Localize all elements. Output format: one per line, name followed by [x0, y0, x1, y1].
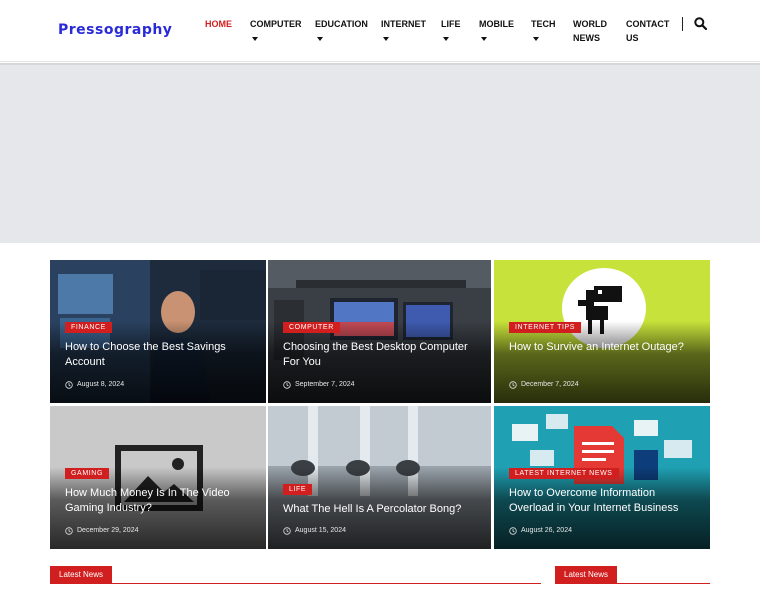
category-badge[interactable]: Life [283, 484, 313, 495]
post-date: August 15, 2024 [283, 526, 346, 535]
nav-label: COMPUTER [250, 19, 302, 29]
clock-icon [65, 526, 73, 535]
post-title[interactable]: How to Choose the Best Savings Account [65, 340, 255, 370]
nav-divider [682, 17, 683, 31]
nav-label: WORLD NEWS [573, 19, 607, 43]
chevron-down-icon [533, 37, 539, 41]
category-badge[interactable]: Finance [65, 322, 112, 333]
latest-news-sidebar-header: Latest News [555, 566, 710, 584]
post-title[interactable]: How Much Money Is In The Video Gaming In… [65, 486, 255, 516]
chevron-down-icon [481, 37, 487, 41]
post-title[interactable]: Choosing the Best Desktop Computer For Y… [283, 340, 473, 370]
post-date-text: December 7, 2024 [521, 381, 579, 388]
post-date-text: August 8, 2024 [77, 381, 125, 388]
chevron-down-icon [252, 37, 258, 41]
nav-education[interactable]: EDUCATION [315, 17, 368, 41]
nav-internet[interactable]: INTERNET [381, 17, 426, 41]
post-card[interactable]: Life What The Hell Is A Percolator Bong?… [268, 406, 491, 549]
nav-label: EDUCATION [315, 19, 368, 29]
nav-label: LIFE [441, 19, 461, 29]
category-badge[interactable]: Gaming [65, 468, 109, 479]
post-card[interactable]: Finance How to Choose the Best Savings A… [50, 260, 266, 403]
post-date-text: September 7, 2024 [295, 381, 355, 388]
nav-label: CONTACT US [626, 19, 670, 43]
chevron-down-icon [383, 37, 389, 41]
chevron-down-icon [317, 37, 323, 41]
post-card[interactable]: Computer Choosing the Best Desktop Compu… [268, 260, 491, 403]
nav-label: HOME [205, 19, 232, 29]
section-title: Latest News [50, 566, 113, 584]
nav-contact-us[interactable]: CONTACT US [626, 17, 670, 45]
clock-icon [283, 380, 291, 389]
category-badge[interactable]: Latest Internet News [509, 468, 619, 479]
post-date: August 26, 2024 [509, 526, 572, 535]
clock-icon [283, 526, 291, 535]
category-badge[interactable]: Internet Tips [509, 322, 582, 333]
post-card[interactable]: Internet Tips How to Survive an Internet… [494, 260, 710, 403]
site-header: Pressography HOME COMPUTER EDUCATION INT… [0, 0, 760, 62]
post-date-text: August 15, 2024 [295, 527, 346, 534]
post-date-text: August 26, 2024 [521, 527, 572, 534]
nav-computer[interactable]: COMPUTER [250, 17, 302, 41]
post-date-text: December 29, 2024 [77, 527, 139, 534]
clock-icon [509, 380, 517, 389]
post-title[interactable]: How to Overcome Information Overload in … [509, 486, 699, 516]
post-date: September 7, 2024 [283, 380, 355, 389]
nav-tech[interactable]: TECH [531, 17, 556, 41]
nav-world-news[interactable]: WORLD NEWS [573, 17, 611, 45]
site-logo[interactable]: Pressography [58, 22, 172, 38]
nav-label: MOBILE [479, 19, 514, 29]
nav-mobile[interactable]: MOBILE [479, 17, 514, 41]
post-title[interactable]: How to Survive an Internet Outage? [509, 340, 699, 355]
nav-home[interactable]: HOME [205, 17, 232, 31]
clock-icon [65, 380, 73, 389]
latest-news-section-header: Latest News [50, 566, 541, 584]
section-title: Latest News [555, 566, 618, 584]
chevron-down-icon [443, 37, 449, 41]
card-overlay [494, 321, 710, 403]
nav-label: INTERNET [381, 19, 426, 29]
post-date: December 29, 2024 [65, 526, 138, 535]
clock-icon [509, 526, 517, 535]
post-card[interactable]: Gaming How Much Money Is In The Video Ga… [50, 406, 266, 549]
category-badge[interactable]: Computer [283, 322, 340, 333]
search-icon[interactable] [694, 17, 707, 30]
nav-life[interactable]: LIFE [441, 17, 461, 41]
nav-label: TECH [531, 19, 556, 29]
post-date: August 8, 2024 [65, 380, 124, 389]
post-title[interactable]: What The Hell Is A Percolator Bong? [283, 502, 473, 517]
post-card[interactable]: Latest Internet News How to Overcome Inf… [494, 406, 710, 549]
ad-banner-placeholder [0, 63, 760, 243]
post-date: December 7, 2024 [509, 380, 579, 389]
